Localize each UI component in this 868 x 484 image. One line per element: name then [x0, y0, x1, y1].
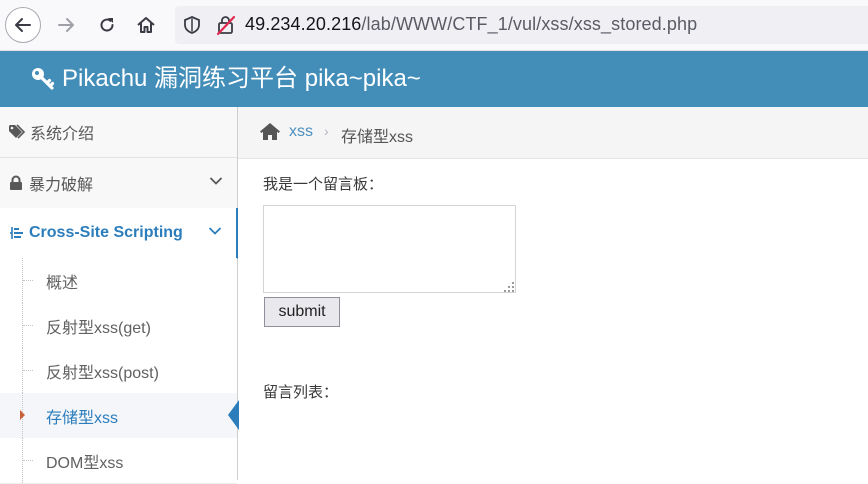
submenu-item-label: 反射型xss(post) — [46, 364, 159, 382]
sidebar-item-xss[interactable]: Cross-Site Scripting — [0, 208, 238, 259]
submenu-item-label: 概述 — [46, 274, 79, 292]
active-pointer-icon — [228, 400, 239, 430]
submenu-item-reflected-get[interactable]: 反射型xss(get) — [0, 303, 237, 349]
url-path: /lab/WWW/CTF_1/vul/xss/xss_stored.php — [361, 14, 698, 34]
home-icon[interactable] — [259, 121, 281, 141]
caret-right-icon — [20, 410, 25, 420]
message-board-label: 我是一个留言板： — [263, 176, 384, 193]
message-list-label: 留言列表： — [263, 384, 339, 401]
breadcrumb: xss › 存储型xss — [238, 107, 868, 159]
lock-icon — [10, 175, 22, 190]
submenu-item-label: 反射型xss(get) — [46, 319, 151, 337]
reload-button[interactable] — [89, 7, 125, 43]
submenu-item-dom[interactable]: DOM型xss — [0, 438, 237, 484]
home-button[interactable] — [128, 7, 164, 43]
arrow-right-icon — [58, 18, 74, 32]
sidebar-item-label: Cross-Site Scripting — [29, 224, 183, 241]
submenu-item-reflected-post[interactable]: 反射型xss(post) — [0, 348, 237, 394]
home-icon — [137, 17, 155, 33]
forward-button[interactable] — [48, 7, 84, 43]
insecure-lock-icon[interactable] — [215, 14, 237, 36]
reload-icon — [100, 18, 114, 32]
submenu-item-label: DOM型xss — [46, 454, 124, 472]
sidebar: 系统介绍 暴力破解 Cross-Site Scripting 概述 反射型xss… — [0, 107, 239, 484]
arrow-left-icon — [15, 18, 31, 32]
breadcrumb-current: 存储型xss — [341, 129, 414, 146]
submenu-item-label: 存储型xss — [46, 409, 119, 427]
resize-grip-icon[interactable] — [503, 281, 515, 293]
key-icon — [32, 68, 55, 90]
app-header: Pikachu 漏洞练习平台 pika~pika~ — [0, 51, 868, 107]
url-host: 49.234.20.216 — [245, 14, 362, 34]
app-title[interactable]: Pikachu 漏洞练习平台 pika~pika~ — [62, 65, 421, 93]
shield-icon[interactable] — [183, 15, 201, 35]
sidebar-item-label: 暴力破解 — [29, 177, 94, 194]
url-text[interactable]: 49.234.20.216/lab/WWW/CTF_1/vul/xss/xss_… — [245, 14, 697, 35]
tags-icon — [9, 124, 26, 139]
browser-toolbar: 49.234.20.216/lab/WWW/CTF_1/vul/xss/xss_… — [0, 0, 868, 51]
list-tree-icon — [10, 227, 23, 239]
message-textarea[interactable] — [263, 205, 516, 293]
submenu-item-stored[interactable]: 存储型xss — [0, 393, 239, 439]
sidebar-item-bruteforce[interactable]: 暴力破解 — [0, 158, 237, 209]
back-button[interactable] — [5, 7, 41, 43]
chevron-down-icon — [208, 227, 222, 235]
submenu-item-overview[interactable]: 概述 — [0, 258, 237, 304]
chevron-down-icon — [209, 177, 223, 185]
sidebar-item-intro[interactable]: 系统介绍 — [0, 107, 237, 158]
breadcrumb-separator-icon: › — [324, 123, 329, 139]
sidebar-item-label: 系统介绍 — [30, 126, 95, 143]
submit-button[interactable]: submit — [264, 297, 340, 327]
breadcrumb-link-xss[interactable]: xss — [289, 123, 313, 141]
